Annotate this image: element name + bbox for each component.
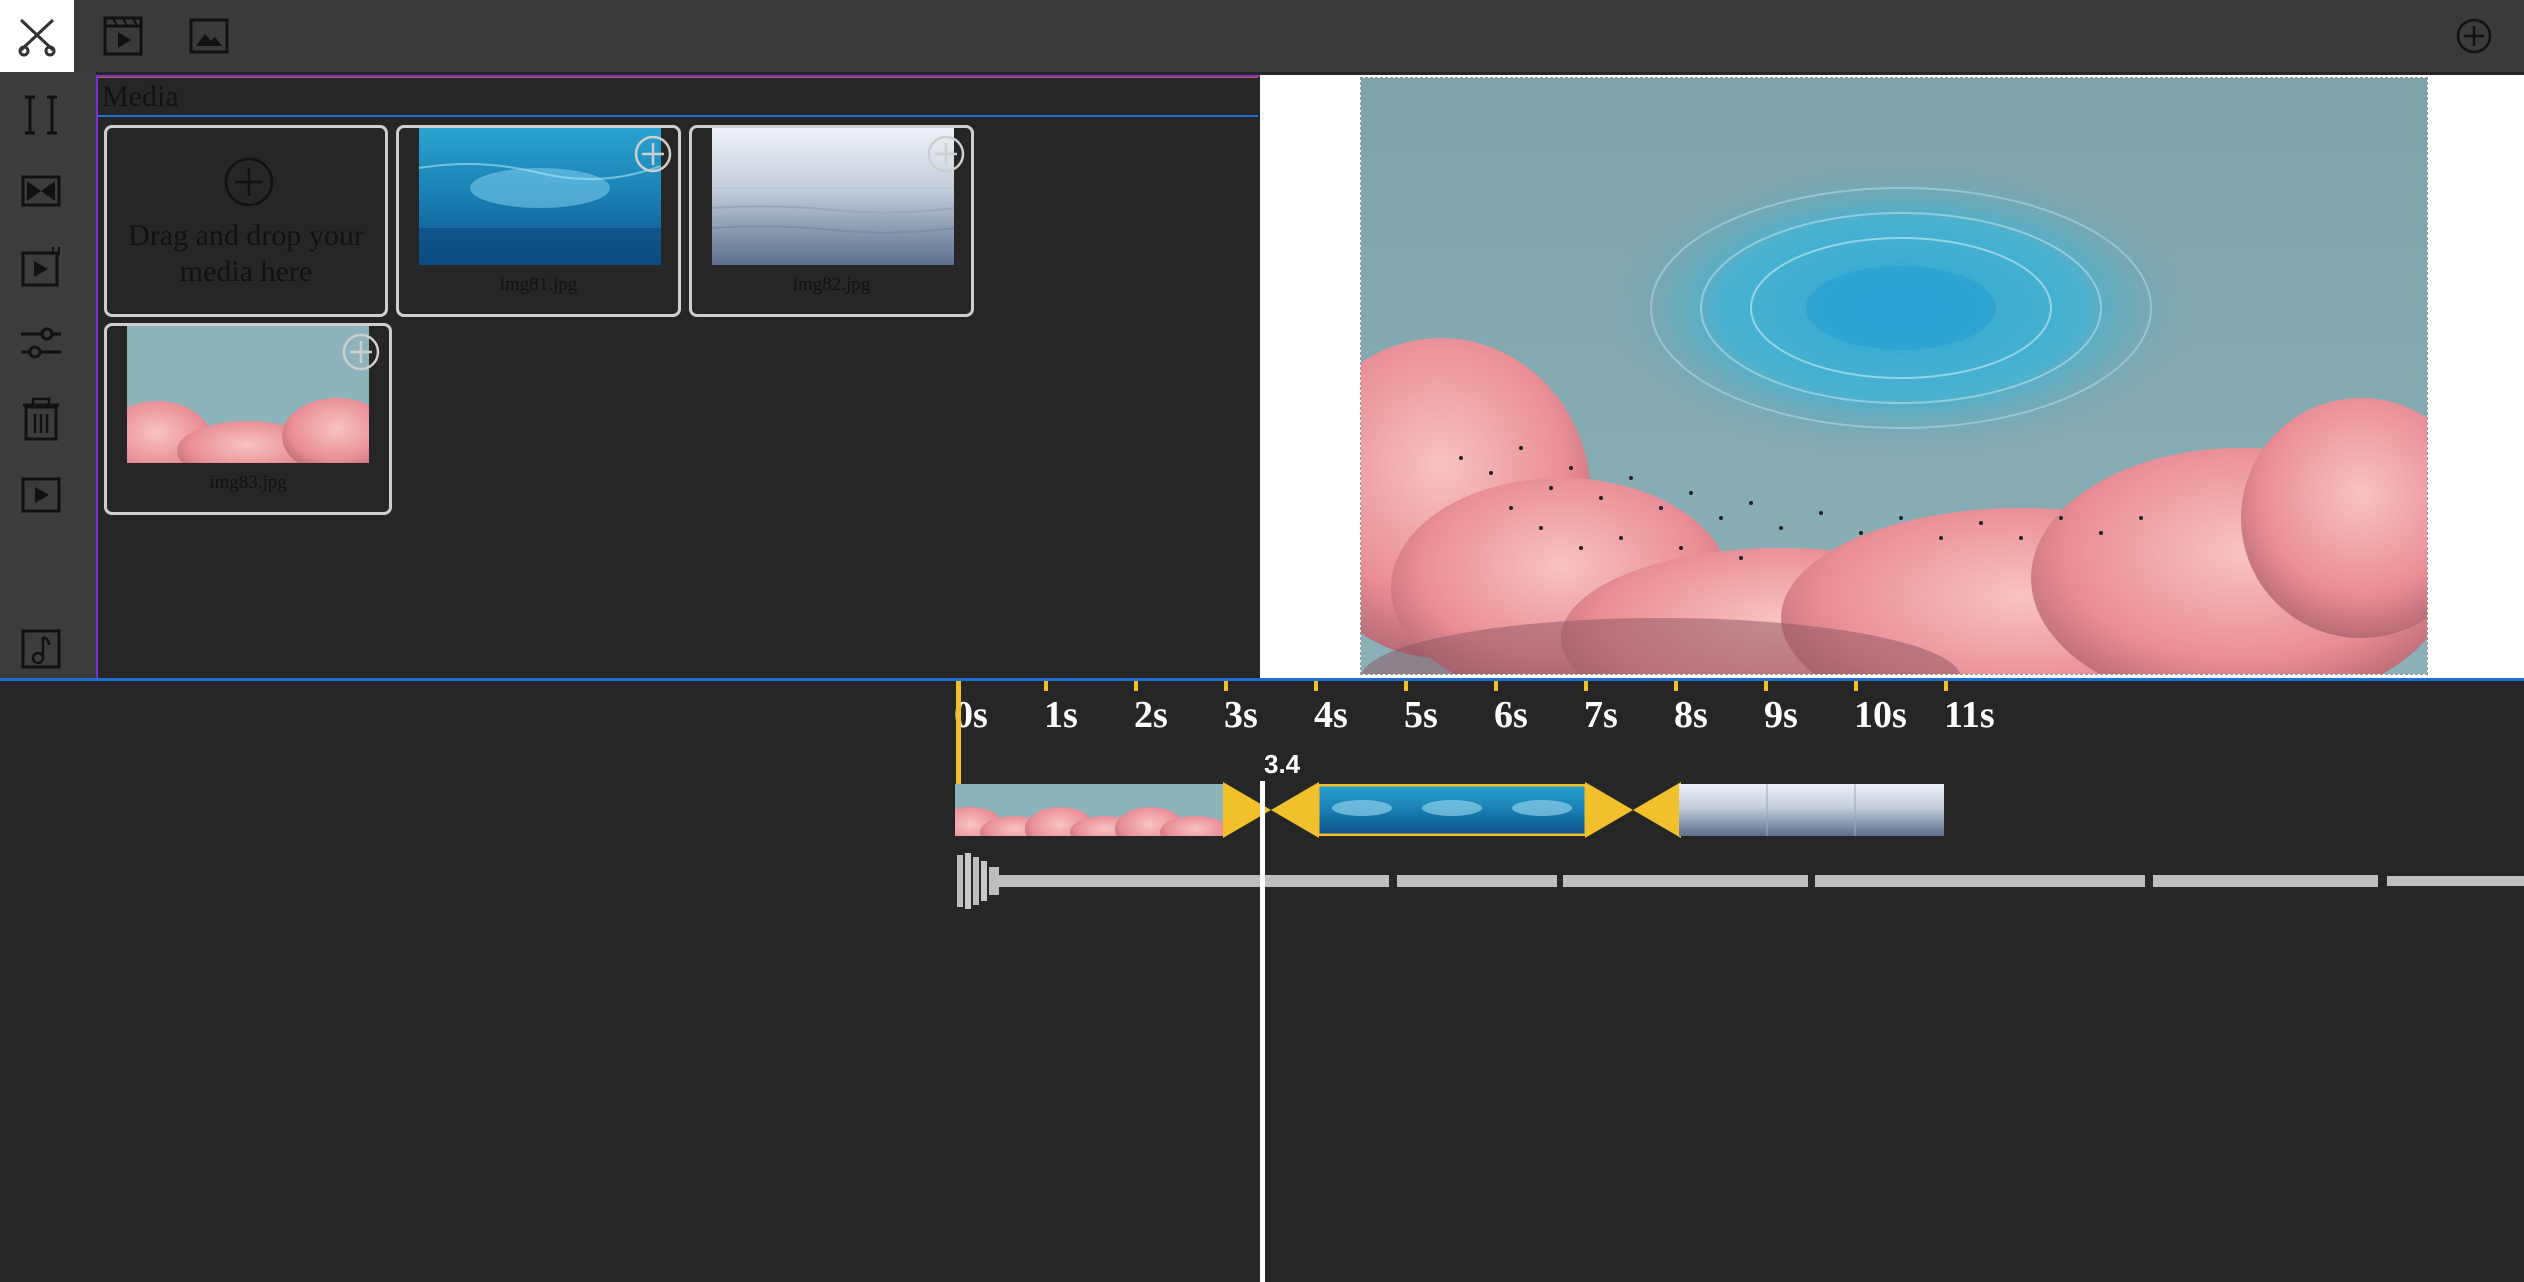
ruler-tick <box>1134 681 1138 691</box>
adjust-button[interactable] <box>16 318 66 368</box>
media-thumbnail <box>712 128 954 265</box>
add-clip-button[interactable] <box>16 242 66 292</box>
media-dropzone[interactable]: Drag and drop your media here <box>104 125 388 317</box>
preview-canvas <box>1260 75 2524 680</box>
timeline-clip[interactable] <box>955 784 1225 836</box>
left-sidebar <box>0 72 96 680</box>
media-thumbnail <box>419 128 661 265</box>
add-button[interactable] <box>2436 0 2512 72</box>
media-header: Media <box>98 77 1258 117</box>
delete-button[interactable] <box>16 394 66 444</box>
ruler-tick <box>1854 681 1858 691</box>
image-tool-button[interactable] <box>172 0 246 72</box>
timeline[interactable]: 0s 1s 2s 3s 4s 5s 6s 7s 8s 9s 10s 11s 3.… <box>0 681 2524 1282</box>
ruler-tick-label: 1s <box>1044 694 1078 736</box>
ruler-tick <box>1674 681 1678 691</box>
ruler-tick <box>1494 681 1498 691</box>
ruler-tick-label: 7s <box>1584 694 1618 736</box>
split-button[interactable] <box>16 90 66 140</box>
ruler-tick-label: 3s <box>1224 694 1258 736</box>
plus-circle-icon <box>224 157 274 207</box>
split-icon <box>25 95 57 135</box>
video-tool-button[interactable] <box>86 0 160 72</box>
timeline-start-marker <box>956 681 961 784</box>
media-thumbnail <box>127 326 369 463</box>
ruler-tick <box>1944 681 1948 691</box>
media-filename: img83.jpg <box>209 472 287 493</box>
ruler-tick <box>1044 681 1048 691</box>
ruler-tick-label: 9s <box>1764 694 1798 736</box>
ruler-tick <box>1224 681 1228 691</box>
media-title: Media <box>102 80 179 113</box>
media-item[interactable]: img83.jpg <box>104 323 392 515</box>
ruler-tick-label: 5s <box>1404 694 1438 736</box>
add-to-timeline-icon[interactable] <box>926 134 966 174</box>
add-to-timeline-icon[interactable] <box>633 134 673 174</box>
audio-note-icon <box>21 629 61 669</box>
media-filename: img82.jpg <box>792 274 871 295</box>
preview-frame[interactable] <box>1360 77 2428 675</box>
media-item[interactable]: img81.jpg <box>396 125 681 317</box>
dropzone-text: Drag and drop your media here <box>128 219 364 288</box>
trash-icon <box>23 397 59 441</box>
timeline-clip-selected[interactable] <box>1317 784 1587 836</box>
media-item[interactable]: img82.jpg <box>689 125 974 317</box>
media-filename: img81.jpg <box>499 274 578 295</box>
adjust-sliders-icon <box>21 327 61 359</box>
playhead-time-label: 3.4 <box>1264 749 1301 779</box>
top-toolbar <box>0 0 2524 72</box>
clip-add-icon <box>21 247 60 287</box>
ruler-tick-label: 2s <box>1134 694 1168 736</box>
ruler-tick <box>1404 681 1408 691</box>
play-button[interactable] <box>16 470 66 520</box>
ruler-tick-label: 10s <box>1854 694 1907 736</box>
ruler-tick-label: 4s <box>1314 694 1348 736</box>
plus-circle-icon <box>2456 18 2492 54</box>
playhead[interactable] <box>1260 781 1265 1282</box>
ruler-tick <box>1314 681 1318 691</box>
ruler-tick-label: 8s <box>1674 694 1708 736</box>
image-icon <box>189 18 229 54</box>
timeline-clip[interactable] <box>1679 784 1944 836</box>
scissors-icon <box>18 18 56 57</box>
media-panel: Media Drag and drop your media here img8… <box>96 75 1262 680</box>
audio-button[interactable] <box>16 624 66 674</box>
clapperboard-play-icon <box>103 16 143 56</box>
scissors-tool-button[interactable] <box>0 0 74 72</box>
transition-marker[interactable] <box>1585 782 1681 838</box>
transition-icon <box>21 175 61 207</box>
audio-waveform[interactable] <box>955 851 2524 911</box>
ruler-tick-label: 6s <box>1494 694 1528 736</box>
ruler-tick <box>1764 681 1768 691</box>
add-to-timeline-icon[interactable] <box>341 332 381 372</box>
transition-marker[interactable] <box>1223 782 1319 838</box>
transition-button[interactable] <box>16 166 66 216</box>
ruler-tick-label: 11s <box>1944 694 1995 736</box>
ruler-tick <box>1584 681 1588 691</box>
play-icon <box>21 477 61 513</box>
preview-image <box>1361 78 2427 674</box>
